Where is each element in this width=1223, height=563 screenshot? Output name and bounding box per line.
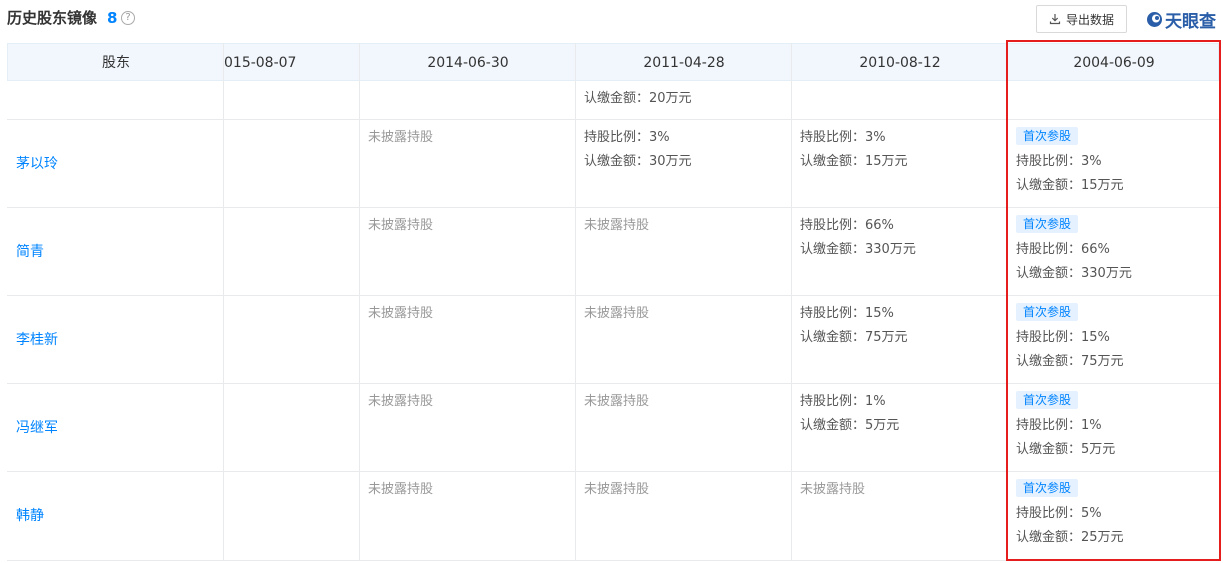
first-investment-badge: 首次参股 bbox=[1016, 303, 1079, 321]
table-row: 李桂新 未披露持股 未披露持股 持股比例：15% 认缴金额：75万元 首次参股 … bbox=[7, 296, 1219, 384]
logo-text: 天眼查 bbox=[1165, 11, 1216, 32]
section-header: 历史股东镜像 8 ? 导出数据 天眼查 bbox=[0, 0, 1223, 40]
column-header-date: 2010-08-12 bbox=[859, 55, 941, 71]
table-row: 茅以玲 未披露持股 持股比例：3% 认缴金额：30万元 持股比例：3% 认缴金额… bbox=[7, 120, 1219, 208]
subscribed-amount: 认缴金额：75万元 bbox=[800, 330, 908, 345]
first-investment-badge-cell: 首次参股 bbox=[1016, 476, 1079, 501]
column-header-shareholder: 股东 bbox=[102, 55, 130, 71]
first-investment-badge-cell: 首次参股 bbox=[1016, 124, 1079, 149]
undisclosed-holding: 未披露持股 bbox=[368, 130, 434, 145]
undisclosed-holding: 未披露持股 bbox=[368, 394, 434, 409]
undisclosed-holding: 未披露持股 bbox=[368, 218, 434, 233]
help-icon[interactable]: ? bbox=[121, 11, 135, 25]
first-investment-badge: 首次参股 bbox=[1016, 479, 1079, 497]
subscribed-amount: 认缴金额：330万元 bbox=[1016, 266, 1132, 281]
holding-ratio: 持股比例：66% bbox=[1016, 242, 1110, 257]
holding-ratio: 持股比例：15% bbox=[1016, 330, 1110, 345]
holding-ratio: 持股比例：3% bbox=[584, 130, 670, 145]
shareholder-link[interactable]: 茅以玲 bbox=[16, 152, 58, 176]
table-row: 韩静 未披露持股 未披露持股 未披露持股 首次参股 持股比例：5% 认缴金额：2… bbox=[7, 472, 1219, 561]
shareholder-link[interactable]: 韩静 bbox=[16, 504, 44, 528]
undisclosed-holding: 未披露持股 bbox=[368, 306, 434, 321]
subscribed-amount: 认缴金额：15万元 bbox=[800, 154, 908, 169]
holding-ratio: 持股比例：1% bbox=[800, 394, 886, 409]
column-header-date: 2011-04-28 bbox=[643, 55, 725, 71]
download-icon bbox=[1049, 14, 1061, 25]
section-title: 历史股东镜像 bbox=[7, 9, 98, 27]
holding-ratio: 持股比例：5% bbox=[1016, 506, 1102, 521]
shareholder-count: 8 bbox=[107, 9, 118, 27]
logo-icon bbox=[1147, 11, 1162, 27]
subscribed-amount: 认缴金额：5万元 bbox=[800, 418, 900, 433]
shareholder-link[interactable]: 冯继军 bbox=[16, 416, 58, 440]
shareholder-link[interactable]: 简青 bbox=[16, 240, 44, 264]
holding-ratio: 持股比例：66% bbox=[800, 218, 894, 233]
export-data-button[interactable]: 导出数据 bbox=[1036, 5, 1127, 33]
holding-ratio: 持股比例：1% bbox=[1016, 418, 1102, 433]
subscribed-amount: 认缴金额：5万元 bbox=[1016, 442, 1116, 457]
subscribed-amount: 认缴金额：20万元 bbox=[584, 91, 692, 106]
column-header-date: 2004-06-09 bbox=[1073, 55, 1155, 71]
first-investment-badge: 首次参股 bbox=[1016, 215, 1079, 233]
shareholder-link[interactable]: 李桂新 bbox=[16, 328, 58, 352]
column-header-date: 015-08-07 bbox=[224, 55, 297, 71]
subscribed-amount: 认缴金额：25万元 bbox=[1016, 530, 1124, 545]
subscribed-amount: 认缴金额：15万元 bbox=[1016, 178, 1124, 193]
holding-ratio: 持股比例：3% bbox=[800, 130, 886, 145]
first-investment-badge: 首次参股 bbox=[1016, 127, 1079, 145]
undisclosed-holding: 未披露持股 bbox=[368, 482, 434, 497]
undisclosed-holding: 未披露持股 bbox=[584, 306, 650, 321]
first-investment-badge-cell: 首次参股 bbox=[1016, 300, 1079, 325]
subscribed-amount: 认缴金额：330万元 bbox=[800, 242, 916, 257]
table-row: 认缴金额：20万元 bbox=[7, 81, 1219, 120]
holding-ratio: 持股比例：15% bbox=[800, 306, 894, 321]
column-header-date: 2014-06-30 bbox=[427, 55, 509, 71]
holding-ratio: 持股比例：3% bbox=[1016, 154, 1102, 169]
first-investment-badge-cell: 首次参股 bbox=[1016, 212, 1079, 237]
undisclosed-holding: 未披露持股 bbox=[584, 482, 650, 497]
subscribed-amount: 认缴金额：30万元 bbox=[584, 154, 692, 169]
subscribed-amount: 认缴金额：75万元 bbox=[1016, 354, 1124, 369]
undisclosed-holding: 未披露持股 bbox=[584, 218, 650, 233]
tianyancha-logo: 天眼查 bbox=[1146, 7, 1216, 32]
table-row: 冯继军 未披露持股 未披露持股 持股比例：1% 认缴金额：5万元 首次参股 持股… bbox=[7, 384, 1219, 472]
table-header: 股东 015-08-07 2014-06-30 2011-04-28 2010-… bbox=[7, 43, 1219, 81]
undisclosed-holding: 未披露持股 bbox=[584, 394, 650, 409]
export-data-label: 导出数据 bbox=[1065, 12, 1114, 27]
table-row: 简青 未披露持股 未披露持股 持股比例：66% 认缴金额：330万元 首次参股 … bbox=[7, 208, 1219, 296]
first-investment-badge-cell: 首次参股 bbox=[1016, 388, 1079, 413]
first-investment-badge: 首次参股 bbox=[1016, 391, 1079, 409]
undisclosed-holding: 未披露持股 bbox=[800, 482, 866, 497]
